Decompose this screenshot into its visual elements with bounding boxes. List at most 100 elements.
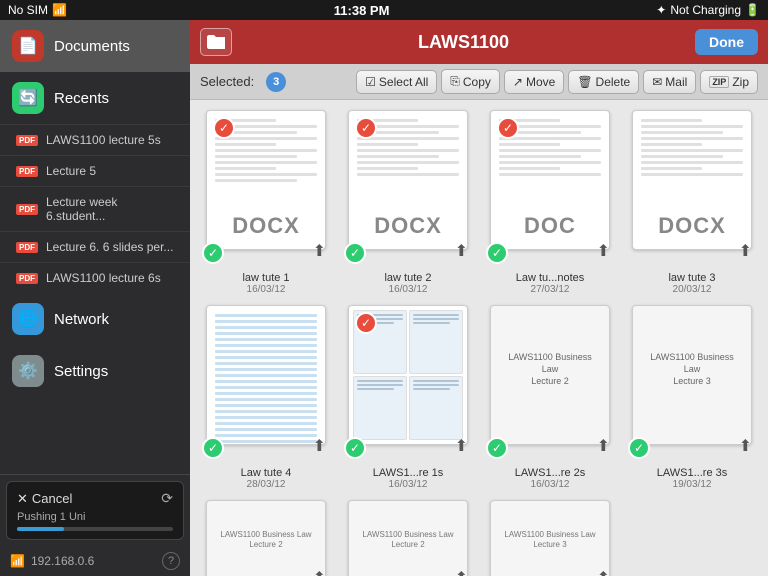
bluetooth-icon: ✦ — [656, 3, 666, 17]
file-type-1: DOCX — [374, 213, 442, 239]
select-all-button[interactable]: ☑ Select All — [356, 70, 437, 94]
pushing-label: Pushing 1 Uni — [17, 511, 173, 523]
file-name-4: Law tute 4 — [241, 467, 292, 479]
file-share-8[interactable]: ⬆ — [313, 568, 326, 576]
file-share-1[interactable]: ⬆ — [455, 241, 468, 261]
sidebar-item-network[interactable]: 🌐 Network — [0, 293, 190, 345]
toolbar: Selected: 3 ☑ Select All ⎘ Copy ↗ Move 🗑… — [190, 64, 768, 100]
file-green-check-1: ✓ — [344, 242, 366, 264]
wifi-row: 📶 192.168.0.6 ? — [0, 546, 190, 576]
file-red-check-2: ✓ — [497, 117, 519, 139]
file-share-0[interactable]: ⬆ — [313, 241, 326, 261]
file-share-5[interactable]: ⬆ — [455, 436, 468, 456]
sidebar-pdf-4[interactable]: PDF Lecture 6. 6 slides per... — [0, 231, 190, 262]
file-item-4[interactable]: ✓ Law tute 4 28/03/12 ⬆ — [200, 305, 332, 490]
pdf-item-label: Lecture week 6.student... — [46, 195, 178, 223]
file-share-2[interactable]: ⬆ — [597, 241, 610, 261]
file-item-7[interactable]: LAWS1100 Business LawLecture 3 ✓ LAWS1..… — [626, 305, 758, 490]
settings-label: Settings — [54, 363, 108, 380]
sidebar-item-recents[interactable]: 🔄 Recents — [0, 72, 190, 124]
delete-icon: 🗑 — [577, 75, 592, 89]
status-time: 11:38 PM — [334, 3, 390, 18]
copy-label: Copy — [463, 75, 491, 89]
recents-icon: 🔄 — [12, 82, 44, 114]
file-type-3: DOCX — [658, 213, 726, 239]
zip-button[interactable]: ZIP Zip — [700, 70, 758, 94]
help-button[interactable]: ? — [162, 552, 180, 570]
move-button[interactable]: ↗ Move — [504, 70, 564, 94]
file-type-2: DOC — [524, 213, 576, 239]
cancel-button[interactable]: ✕ Cancel — [17, 491, 72, 507]
progress-bar-bg — [17, 527, 173, 531]
sidebar-item-settings[interactable]: ⚙️ Settings — [0, 345, 190, 397]
file-item-8[interactable]: LAWS1100 Business Law Lecture 2 ⬆ — [200, 500, 332, 576]
sidebar-pdf-5[interactable]: PDF LAWS1100 lecture 6s — [0, 262, 190, 293]
wifi-icon: 📶 — [52, 3, 67, 17]
pdf-badge: PDF — [16, 135, 38, 146]
pdf-item-label: LAWS1100 lecture 5s — [46, 133, 161, 147]
file-thumb-1: ✓ DOCX — [348, 110, 468, 250]
selected-label: Selected: — [200, 74, 254, 89]
file-share-4[interactable]: ⬆ — [313, 436, 326, 456]
file-thumb-2: ✓ DOC — [490, 110, 610, 250]
sidebar-pdf-1[interactable]: PDF LAWS1100 lecture 5s — [0, 124, 190, 155]
file-item-9[interactable]: LAWS1100 Business Law Lecture 2 ⬆ — [342, 500, 474, 576]
sidebar-item-documents[interactable]: 📄 Documents — [0, 20, 190, 72]
pdf-item-label: Lecture 6. 6 slides per... — [46, 240, 173, 254]
copy-button[interactable]: ⎘ Copy — [441, 69, 500, 94]
file-item-0[interactable]: ✓ DOCX ✓ law tute 1 16/03/12 ⬆ — [200, 110, 332, 295]
pdf-badge: PDF — [16, 242, 38, 253]
file-thumb-7: LAWS1100 Business LawLecture 3 — [632, 305, 752, 445]
file-item-3[interactable]: DOCX law tute 3 20/03/12 ⬆ — [626, 110, 758, 295]
folder-button[interactable] — [200, 28, 232, 56]
file-name-1: law tute 2 — [384, 272, 431, 284]
file-date-2: 27/03/12 — [531, 284, 570, 295]
file-red-check-5: ✓ — [355, 312, 377, 334]
progress-bar-fill — [17, 527, 64, 531]
network-icon: 🌐 — [12, 303, 44, 335]
file-date-5: 16/03/12 — [389, 479, 428, 490]
file-date-6: 16/03/12 — [531, 479, 570, 490]
battery-icon: 🔋 — [745, 3, 760, 17]
cancel-push-box: ✕ Cancel ⟳ Pushing 1 Uni — [6, 481, 184, 540]
file-share-9[interactable]: ⬆ — [455, 568, 468, 576]
file-item-10[interactable]: LAWS1100 Business Law Lecture 3 ⬆ — [484, 500, 616, 576]
file-date-0: 16/03/12 — [247, 284, 286, 295]
main-content: LAWS1100 Done Selected: 3 ☑ Select All ⎘… — [190, 20, 768, 576]
file-green-check-2: ✓ — [486, 242, 508, 264]
mail-label: Mail — [665, 75, 687, 89]
file-item-1[interactable]: ✓ DOCX ✓ law tute 2 16/03/12 ⬆ — [342, 110, 474, 295]
zip-badge: ZIP — [709, 76, 729, 88]
file-item-2[interactable]: ✓ DOC ✓ Law tu...notes 27/03/12 ⬆ — [484, 110, 616, 295]
no-sim-label: No SIM — [8, 3, 48, 17]
copy-icon: ⎘ — [450, 74, 460, 89]
file-thumb-9: LAWS1100 Business Law Lecture 2 — [348, 500, 468, 576]
sidebar-pdf-3[interactable]: PDF Lecture week 6.student... — [0, 186, 190, 231]
file-date-7: 19/03/12 — [673, 479, 712, 490]
file-green-check-7: ✓ — [628, 437, 650, 459]
select-all-icon: ☑ — [365, 75, 376, 89]
mail-button[interactable]: ✉ Mail — [643, 70, 696, 94]
file-thumb-5: ✓ — [348, 305, 468, 445]
file-green-check-6: ✓ — [486, 437, 508, 459]
wifi-address: 192.168.0.6 — [31, 554, 94, 568]
sidebar-bottom: ✕ Cancel ⟳ Pushing 1 Uni 📶 192.168.0.6 ? — [0, 474, 190, 576]
move-label: Move — [526, 75, 555, 89]
cancel-label: Cancel — [32, 491, 72, 506]
file-thumb-8: LAWS1100 Business Law Lecture 2 — [206, 500, 326, 576]
file-share-6[interactable]: ⬆ — [597, 436, 610, 456]
file-share-7[interactable]: ⬆ — [739, 436, 752, 456]
select-all-label: Select All — [379, 75, 428, 89]
wifi-signal-icon: 📶 — [10, 554, 25, 568]
cancel-x-icon: ✕ — [17, 491, 28, 507]
cancel-push-header: ✕ Cancel ⟳ — [17, 490, 173, 507]
file-share-3[interactable]: ⬆ — [739, 241, 752, 261]
file-red-check-1: ✓ — [355, 117, 377, 139]
file-item-5[interactable]: ✓ ✓ LAWS1...re 1s 16/03/12 ⬆ — [342, 305, 474, 490]
file-date-4: 28/03/12 — [247, 479, 286, 490]
delete-button[interactable]: 🗑 Delete — [568, 70, 639, 94]
done-button[interactable]: Done — [695, 29, 758, 55]
file-item-6[interactable]: LAWS1100 Business LawLecture 2 ✓ LAWS1..… — [484, 305, 616, 490]
sidebar-pdf-2[interactable]: PDF Lecture 5 — [0, 155, 190, 186]
file-share-10[interactable]: ⬆ — [597, 568, 610, 576]
